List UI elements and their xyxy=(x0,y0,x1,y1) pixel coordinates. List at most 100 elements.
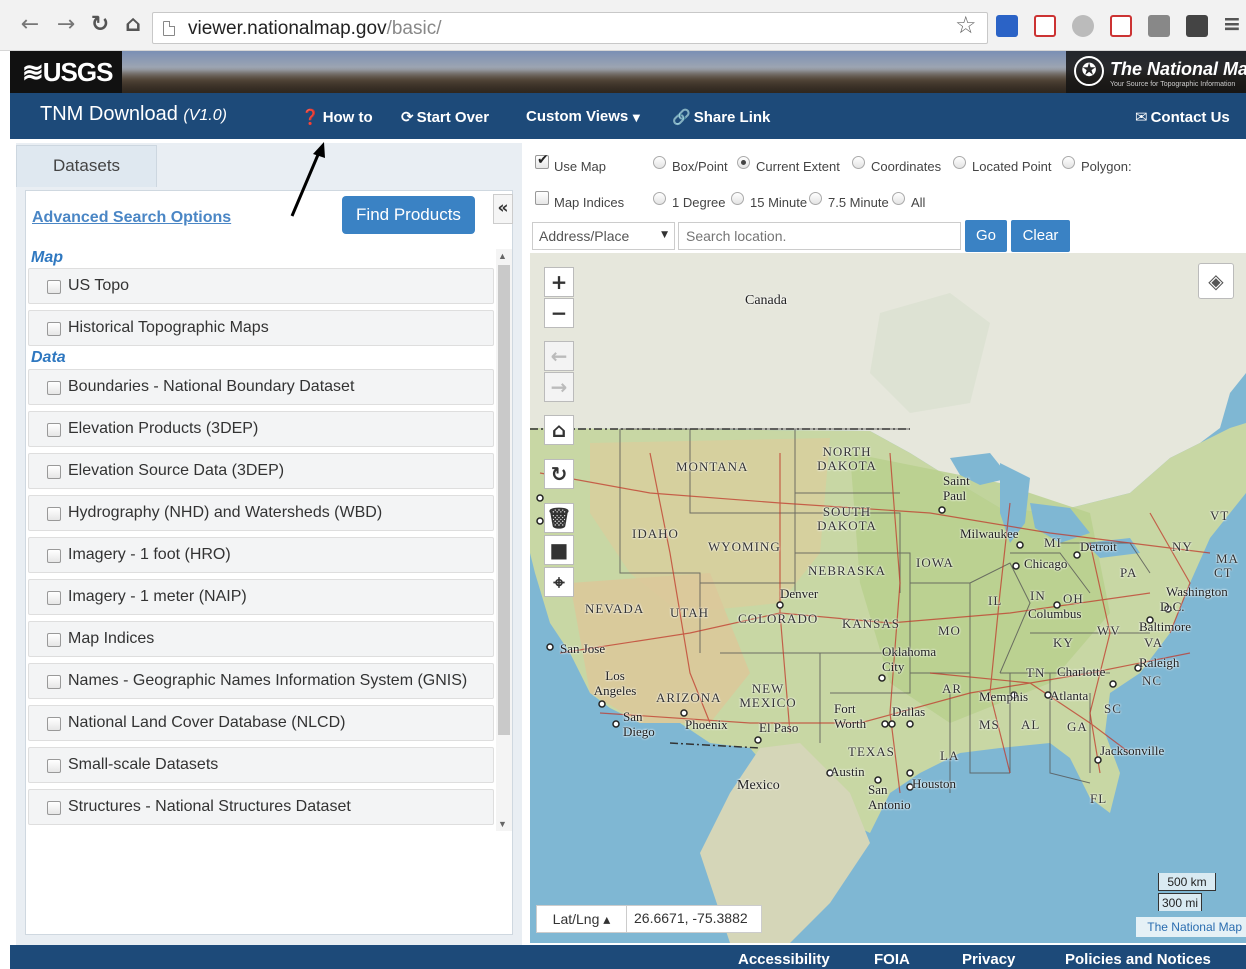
dataset-checkbox[interactable] xyxy=(47,381,61,395)
address-place-select[interactable]: Address/Place ▼ xyxy=(532,222,675,250)
draw-box-icon[interactable]: ■ xyxy=(544,535,574,565)
dataset-boundaries[interactable]: Boundaries - National Boundary Dataset xyxy=(28,369,494,405)
coordinate-format-select[interactable]: Lat/Lng ▴ xyxy=(537,906,627,932)
reset-map-icon[interactable]: ↻ xyxy=(544,459,574,489)
gmail-icon[interactable] xyxy=(1034,15,1056,37)
extension-g-icon[interactable] xyxy=(1148,15,1170,37)
extension-screen-icon[interactable] xyxy=(996,15,1018,37)
dataset-imagery-hro[interactable]: Imagery - 1 foot (HRO) xyxy=(28,537,494,573)
extension-balloon-icon[interactable] xyxy=(1072,15,1094,37)
address-bar[interactable]: viewer.nationalmap.gov/basic/ xyxy=(152,12,988,44)
dataset-checkbox[interactable] xyxy=(47,322,61,336)
dataset-checkbox[interactable] xyxy=(47,280,61,294)
dataset-hydrography[interactable]: Hydrography (NHD) and Watersheds (WBD) xyxy=(28,495,494,531)
dataset-us-topo[interactable]: US Topo xyxy=(28,268,494,304)
app-title-text: TNM Download xyxy=(40,103,178,125)
bookmark-star-icon[interactable]: ☆ xyxy=(955,13,977,37)
map-indices-checkbox[interactable] xyxy=(535,191,549,205)
scroll-down-icon[interactable]: ▼ xyxy=(498,819,507,829)
map-attribution-link[interactable]: The National Map xyxy=(1136,917,1246,937)
extension-square-icon[interactable] xyxy=(1186,15,1208,37)
map-label-oklahoma-city: Oklahoma City xyxy=(882,644,937,674)
find-products-button[interactable]: Find Products xyxy=(342,196,475,234)
footer-privacy-link[interactable]: Privacy xyxy=(962,951,1015,968)
zoom-out-button[interactable]: − xyxy=(544,298,574,328)
map-label-san-jose: San Jose xyxy=(560,641,606,656)
annotation-arrow-icon xyxy=(290,142,325,217)
fifteen-minute-radio[interactable] xyxy=(731,192,744,205)
box-point-radio[interactable] xyxy=(653,156,666,169)
search-location-input[interactable] xyxy=(678,222,961,250)
map-view[interactable]: Canada MONTANA NORTH DAKOTA SOUTH DAKOTA… xyxy=(530,253,1246,943)
back-icon[interactable]: ← xyxy=(18,13,42,37)
map-label-milwaukee: Milwaukee xyxy=(960,526,1019,541)
dataset-historical-topo[interactable]: Historical Topographic Maps xyxy=(28,310,494,346)
map-label-wyoming: WYOMING xyxy=(708,539,781,554)
home-icon[interactable]: ⌂ xyxy=(121,13,145,37)
footer-accessibility-link[interactable]: Accessibility xyxy=(738,951,830,968)
dataset-elevation-source[interactable]: Elevation Source Data (3DEP) xyxy=(28,453,494,489)
start-over-label: Start Over xyxy=(416,109,490,126)
dataset-label: Map Indices xyxy=(68,630,155,647)
use-map-checkbox[interactable] xyxy=(535,152,549,169)
dataset-checkbox[interactable] xyxy=(47,465,61,479)
start-over-link[interactable]: ⟳ Start Over xyxy=(401,108,489,126)
forward-extent-arrow-icon[interactable]: → xyxy=(544,372,574,402)
dataset-checkbox[interactable] xyxy=(47,507,61,521)
dataset-checkbox[interactable] xyxy=(47,675,61,689)
gmail-checker-icon[interactable] xyxy=(1110,15,1132,37)
share-link[interactable]: 🔗 Share Link xyxy=(672,108,770,126)
located-point-radio[interactable] xyxy=(953,156,966,169)
dataset-gnis[interactable]: Names - Geographic Names Information Sys… xyxy=(28,663,494,699)
dataset-checkbox[interactable] xyxy=(47,549,61,563)
dataset-checkbox[interactable] xyxy=(47,633,61,647)
map-label-los-angeles: Los Angeles xyxy=(593,668,637,698)
custom-views-dropdown[interactable]: Custom Views ▼ xyxy=(526,108,640,125)
forward-icon[interactable]: → xyxy=(54,13,78,37)
advanced-search-link[interactable]: Advanced Search Options xyxy=(32,209,231,227)
dataset-elevation-products[interactable]: Elevation Products (3DEP) xyxy=(28,411,494,447)
map-label-tn: TN xyxy=(1026,665,1046,680)
clear-button[interactable]: Clear xyxy=(1011,220,1070,252)
tab-datasets[interactable]: Datasets xyxy=(16,145,157,187)
dataset-structures[interactable]: Structures - National Structures Dataset xyxy=(28,789,494,825)
back-extent-arrow-icon[interactable]: ← xyxy=(544,341,574,371)
fifteen-minute-label: 15 Minute xyxy=(750,195,808,210)
reload-icon[interactable]: ↻ xyxy=(88,13,112,37)
dataset-label: Names - Geographic Names Information Sys… xyxy=(68,672,468,689)
dataset-imagery-naip[interactable]: Imagery - 1 meter (NAIP) xyxy=(28,579,494,615)
menu-icon[interactable]: ≡ xyxy=(1220,13,1244,37)
go-button[interactable]: Go xyxy=(965,220,1007,252)
scroll-up-icon[interactable]: ▲ xyxy=(498,251,507,261)
dataset-nlcd[interactable]: National Land Cover Database (NLCD) xyxy=(28,705,494,741)
footer-policies-link[interactable]: Policies and Notices xyxy=(1065,951,1211,968)
map-label-utah: UTAH xyxy=(670,605,710,620)
dataset-checkbox[interactable] xyxy=(47,423,61,437)
dataset-scroll-thumb[interactable] xyxy=(498,265,510,735)
layers-icon[interactable]: ◈ xyxy=(1198,263,1234,299)
one-degree-radio[interactable] xyxy=(653,192,666,205)
all-radio[interactable] xyxy=(892,192,905,205)
datasets-content: Advanced Search Options Find Products « … xyxy=(25,190,513,935)
footer-foia-link[interactable]: FOIA xyxy=(874,951,910,968)
coordinates-radio[interactable] xyxy=(852,156,865,169)
dataset-small-scale[interactable]: Small-scale Datasets xyxy=(28,747,494,783)
collapse-panel-button[interactable]: « xyxy=(493,194,513,224)
how-to-link[interactable]: ❓ How to xyxy=(301,108,373,126)
tnm-download-page: ← → ↻ ⌂ viewer.nationalmap.gov/basic/ ☆ … xyxy=(0,0,1246,969)
dataset-checkbox[interactable] xyxy=(47,759,61,773)
current-extent-radio[interactable] xyxy=(737,156,750,169)
usgs-logo-box[interactable]: ≋USGS xyxy=(10,51,122,93)
seven-five-minute-radio[interactable] xyxy=(809,192,822,205)
polygon-radio[interactable] xyxy=(1062,156,1075,169)
zoom-in-button[interactable]: + xyxy=(544,267,574,297)
dataset-map-indices[interactable]: Map Indices xyxy=(28,621,494,657)
trash-icon[interactable]: 🗑 xyxy=(544,503,574,533)
tnm-brand[interactable]: ✪ The National Map Your Source for Topog… xyxy=(1066,51,1246,93)
dataset-checkbox[interactable] xyxy=(47,801,61,815)
map-marker-icon[interactable]: ⌖ xyxy=(544,567,574,597)
dataset-checkbox[interactable] xyxy=(47,717,61,731)
contact-us-link[interactable]: ✉ Contact Us xyxy=(1135,108,1230,126)
home-extent-icon[interactable]: ⌂ xyxy=(544,415,574,445)
dataset-checkbox[interactable] xyxy=(47,591,61,605)
